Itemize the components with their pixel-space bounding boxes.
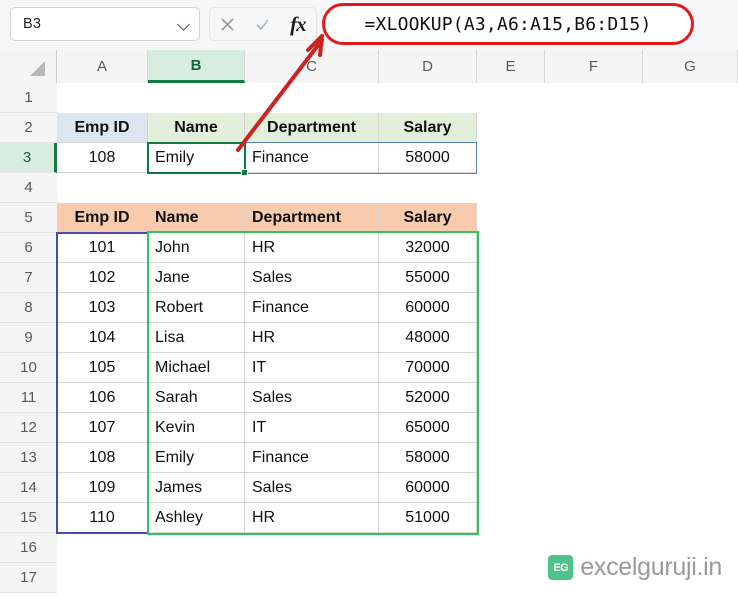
- excel-screenshot: B3 fx =XLOOKUP(A3,A6:A15,B6:D15) A B C D…: [0, 0, 738, 596]
- excelguruji-logo-icon: EG: [548, 555, 574, 580]
- watermark-text: excelguruji.in: [580, 553, 722, 581]
- formula-callout-arrow: [236, 34, 324, 152]
- watermark: EG excelguruji.in: [548, 553, 722, 582]
